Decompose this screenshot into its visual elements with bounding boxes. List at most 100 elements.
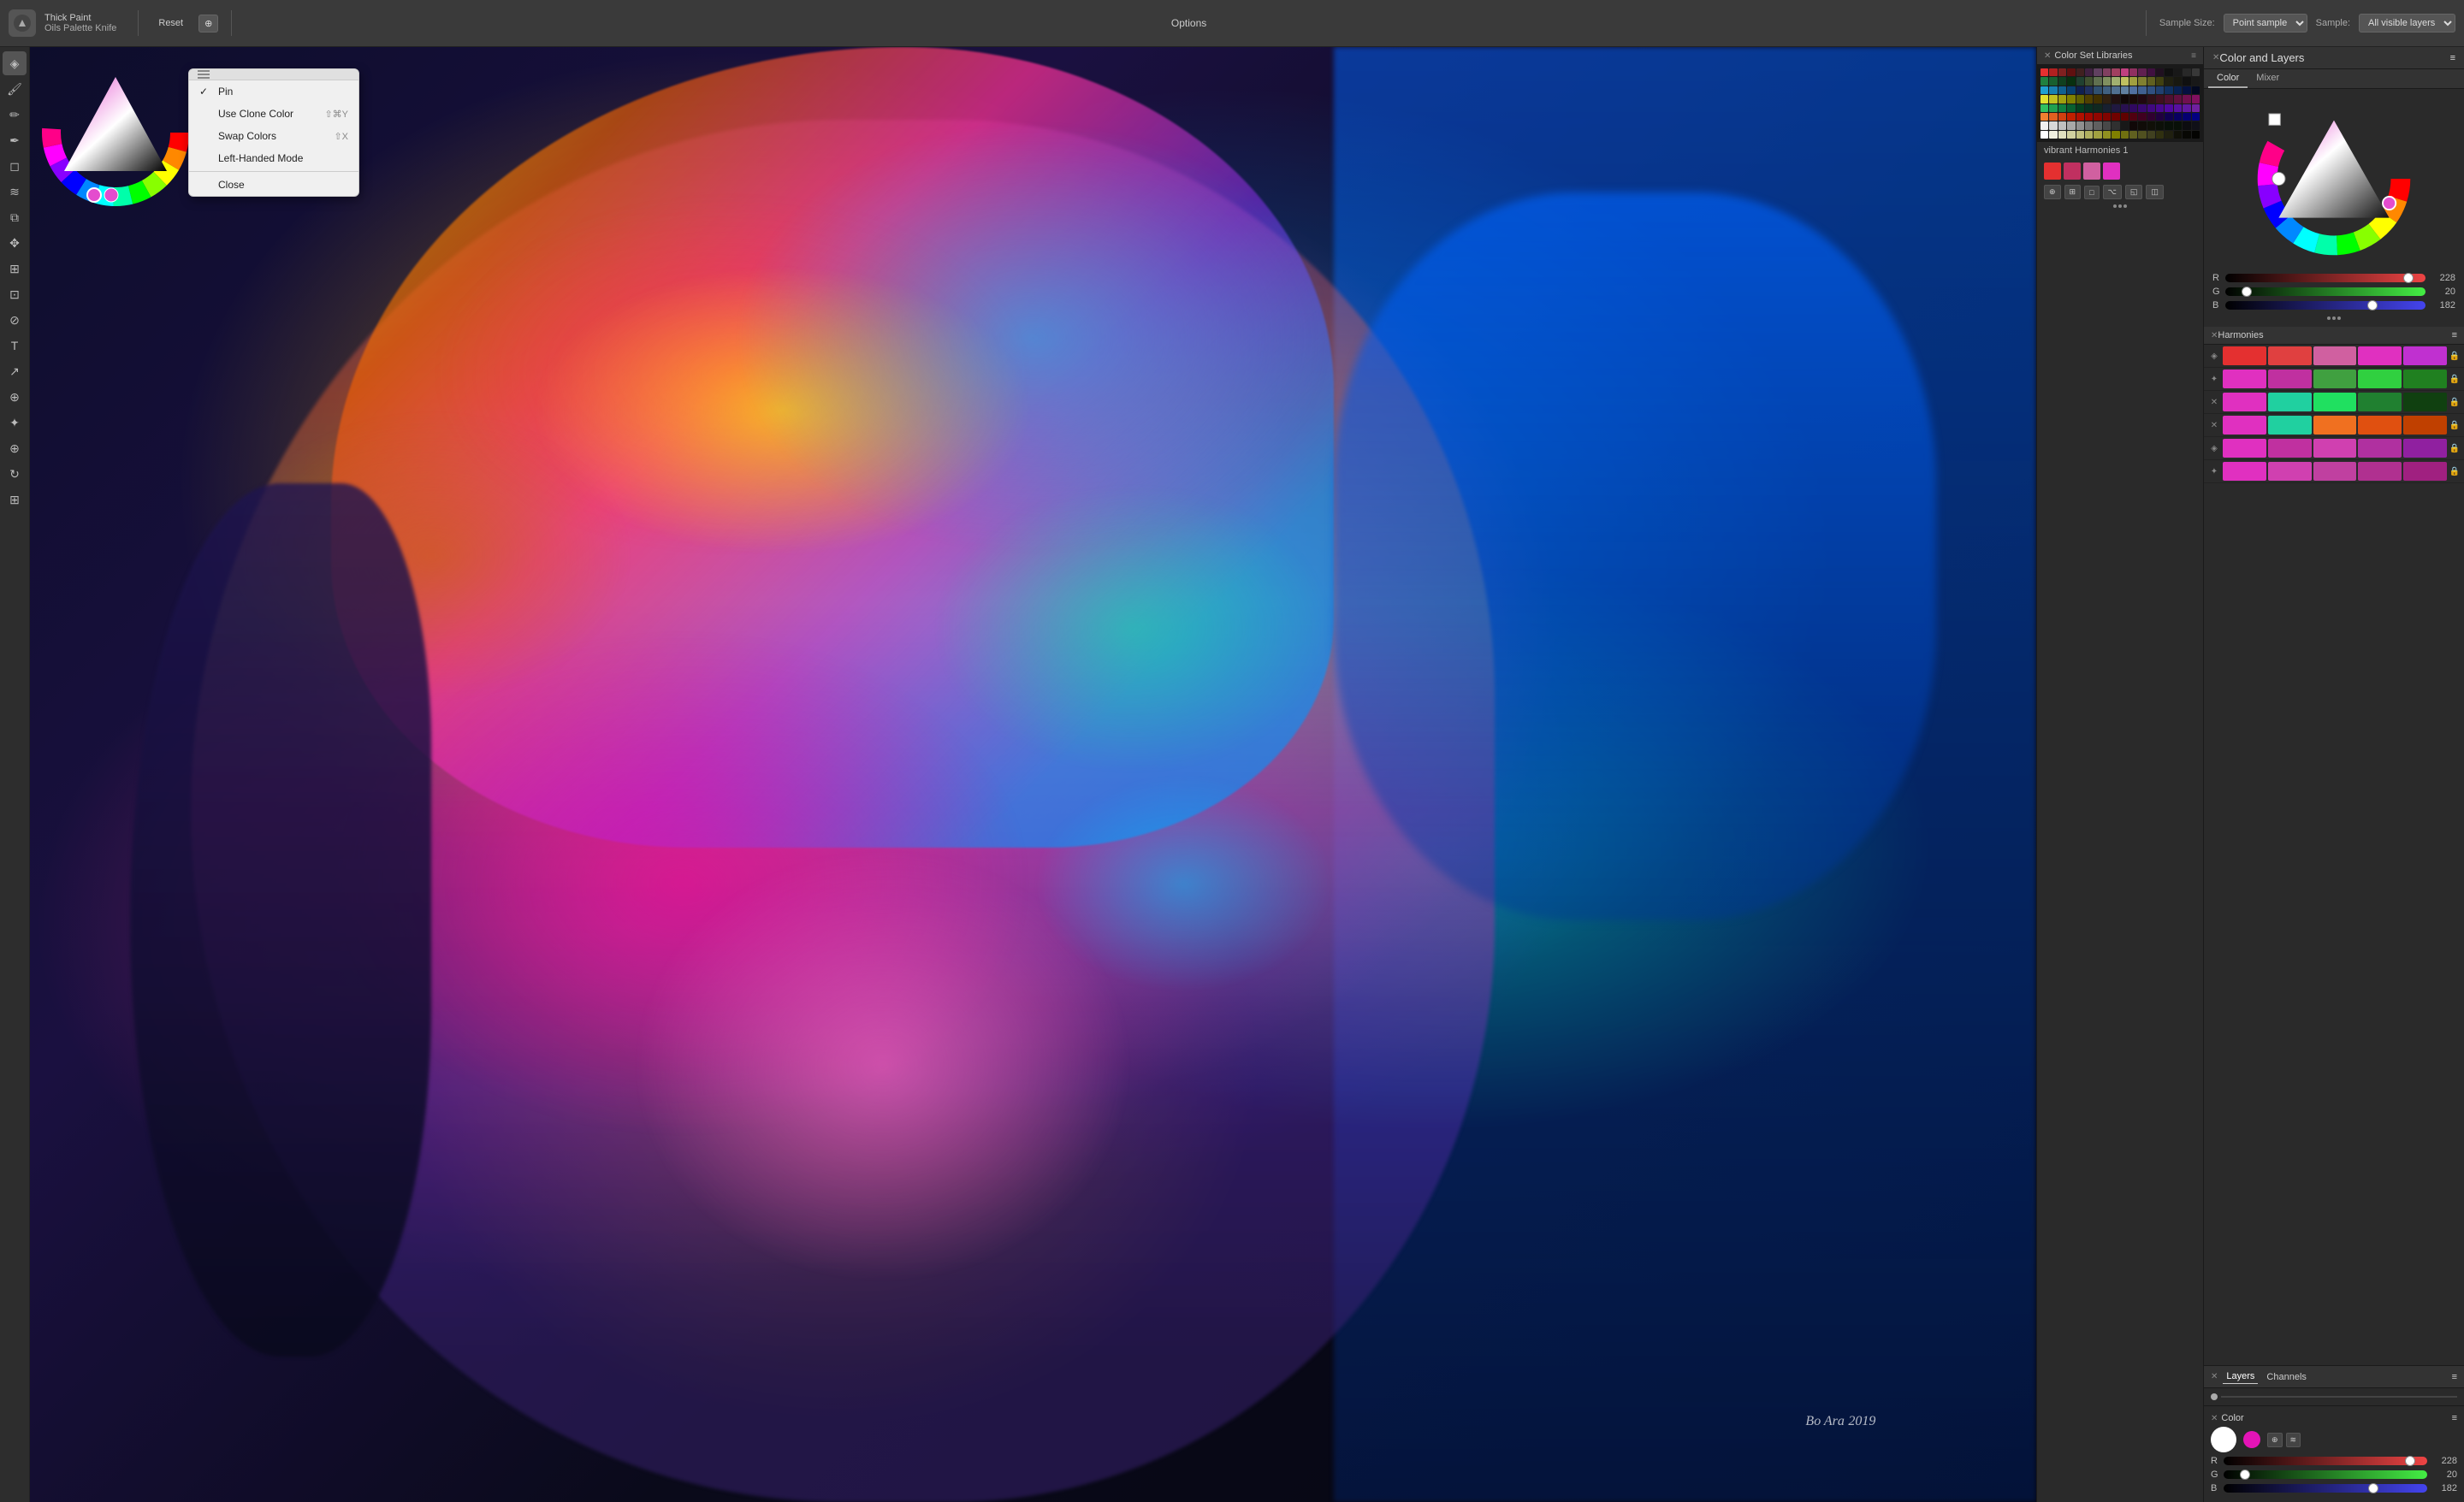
lock-icon[interactable]: 🔒 <box>2449 350 2461 362</box>
color-cell[interactable] <box>2058 131 2066 139</box>
color-cell[interactable] <box>2058 77 2066 85</box>
color-cell[interactable] <box>2192 131 2200 139</box>
color-cell[interactable] <box>2121 131 2129 139</box>
menu-item-close[interactable]: Close <box>189 174 358 196</box>
color-cell[interactable] <box>2094 113 2101 121</box>
color-cell[interactable] <box>2129 77 2137 85</box>
harmony-color-swatch[interactable] <box>2403 346 2447 365</box>
harmony-swatch-2[interactable] <box>2064 163 2081 180</box>
color-cell[interactable] <box>2147 131 2155 139</box>
big-wheel-handle-left[interactable] <box>2272 172 2285 185</box>
harmony-color-swatch[interactable] <box>2313 346 2357 365</box>
color-cell[interactable] <box>2094 77 2101 85</box>
color-cell[interactable] <box>2138 121 2146 129</box>
harmony-color-swatch[interactable] <box>2358 346 2402 365</box>
harmony-color-swatch[interactable] <box>2268 462 2312 481</box>
bottom-g-thumb[interactable] <box>2240 1469 2250 1480</box>
harmony-swatch-4[interactable] <box>2103 163 2120 180</box>
color-cell[interactable] <box>2049 68 2057 76</box>
color-cell[interactable] <box>2103 86 2111 94</box>
tool-brush[interactable]: 🖌 <box>3 77 27 101</box>
color-cell[interactable] <box>2138 77 2146 85</box>
tool-move[interactable]: ✥ <box>3 231 27 255</box>
color-cell[interactable] <box>2165 86 2172 94</box>
harmony-color-swatch[interactable] <box>2313 439 2357 458</box>
color-cell[interactable] <box>2183 131 2190 139</box>
tool-smudge[interactable]: ≋ <box>3 180 27 204</box>
b-slider[interactable] <box>2225 301 2426 310</box>
color-cell[interactable] <box>2103 121 2111 129</box>
color-cell[interactable] <box>2165 113 2172 121</box>
color-cell[interactable] <box>2192 104 2200 112</box>
tool-transform[interactable]: ⊞ <box>3 257 27 281</box>
harmony-color-swatch[interactable] <box>2268 439 2312 458</box>
color-cell[interactable] <box>2174 68 2182 76</box>
color-cell[interactable] <box>2040 86 2048 94</box>
color-cell[interactable] <box>2094 121 2101 129</box>
color-cell[interactable] <box>2058 68 2066 76</box>
color-cell[interactable] <box>2112 95 2119 103</box>
color-cell[interactable] <box>2192 121 2200 129</box>
color-wheel-svg[interactable] <box>34 51 197 214</box>
color-cell[interactable] <box>2112 104 2119 112</box>
harmony-color-swatch[interactable] <box>2268 416 2312 435</box>
color-cell[interactable] <box>2049 104 2057 112</box>
r-thumb[interactable] <box>2403 273 2414 283</box>
color-cell[interactable] <box>2183 95 2190 103</box>
tab-color[interactable]: Color <box>2208 69 2248 88</box>
color-cell[interactable] <box>2192 113 2200 121</box>
color-cell[interactable] <box>2076 86 2084 94</box>
color-cell[interactable] <box>2183 86 2190 94</box>
color-cell[interactable] <box>2156 104 2164 112</box>
color-cell[interactable] <box>2138 86 2146 94</box>
color-set-close[interactable]: ✕ <box>2044 51 2051 61</box>
color-cell[interactable] <box>2085 86 2093 94</box>
color-cell[interactable] <box>2112 131 2119 139</box>
tool-select[interactable]: ◈ <box>3 51 27 75</box>
color-cell[interactable] <box>2049 131 2057 139</box>
harmony-color-swatch[interactable] <box>2223 393 2266 411</box>
color-cell[interactable] <box>2103 68 2111 76</box>
big-color-wheel-svg[interactable] <box>2253 98 2415 260</box>
color-cell[interactable] <box>2192 95 2200 103</box>
color-cell[interactable] <box>2058 113 2066 121</box>
bottom-color-menu[interactable]: ≡ <box>2452 1413 2457 1423</box>
harmony-color-swatch[interactable] <box>2313 370 2357 388</box>
color-cell[interactable] <box>2174 121 2182 129</box>
tool-text[interactable]: T <box>3 334 27 358</box>
color-cell[interactable] <box>2156 77 2164 85</box>
color-cell[interactable] <box>2058 86 2066 94</box>
color-cell[interactable] <box>2121 86 2129 94</box>
action-btn-5[interactable]: ◱ <box>2125 185 2143 199</box>
tool-clone[interactable]: ⊕ <box>3 385 27 409</box>
harmony-color-swatch[interactable] <box>2403 370 2447 388</box>
lock-icon[interactable]: 🔒 <box>2449 442 2461 454</box>
color-cell[interactable] <box>2129 104 2137 112</box>
tool-pencil[interactable]: ✏ <box>3 103 27 127</box>
right-panel-menu[interactable]: ≡ <box>2450 53 2455 63</box>
color-cell[interactable] <box>2103 131 2111 139</box>
harmony-color-swatch[interactable] <box>2223 370 2266 388</box>
color-cell[interactable] <box>2094 86 2101 94</box>
color-cell[interactable] <box>2076 104 2084 112</box>
color-cell[interactable] <box>2147 86 2155 94</box>
color-cell[interactable] <box>2165 131 2172 139</box>
tab-channels[interactable]: Channels <box>2263 1370 2309 1384</box>
color-cell[interactable] <box>2085 77 2093 85</box>
menu-item-pin[interactable]: ✓ Pin <box>189 80 358 103</box>
g-thumb[interactable] <box>2242 287 2252 297</box>
color-cell[interactable] <box>2183 113 2190 121</box>
bottom-r-thumb[interactable] <box>2405 1456 2415 1466</box>
canvas-area[interactable]: Bo Ara 2019 <box>30 47 2036 1502</box>
color-cell[interactable] <box>2094 95 2101 103</box>
color-cell[interactable] <box>2129 68 2137 76</box>
color-cell[interactable] <box>2121 68 2129 76</box>
color-cell[interactable] <box>2138 104 2146 112</box>
color-cell[interactable] <box>2174 77 2182 85</box>
tool-rotate[interactable]: ↻ <box>3 462 27 486</box>
color-cell[interactable] <box>2129 121 2137 129</box>
b-thumb[interactable] <box>2367 300 2378 310</box>
color-cell[interactable] <box>2174 131 2182 139</box>
harmony-color-swatch[interactable] <box>2358 393 2402 411</box>
color-cell[interactable] <box>2183 77 2190 85</box>
